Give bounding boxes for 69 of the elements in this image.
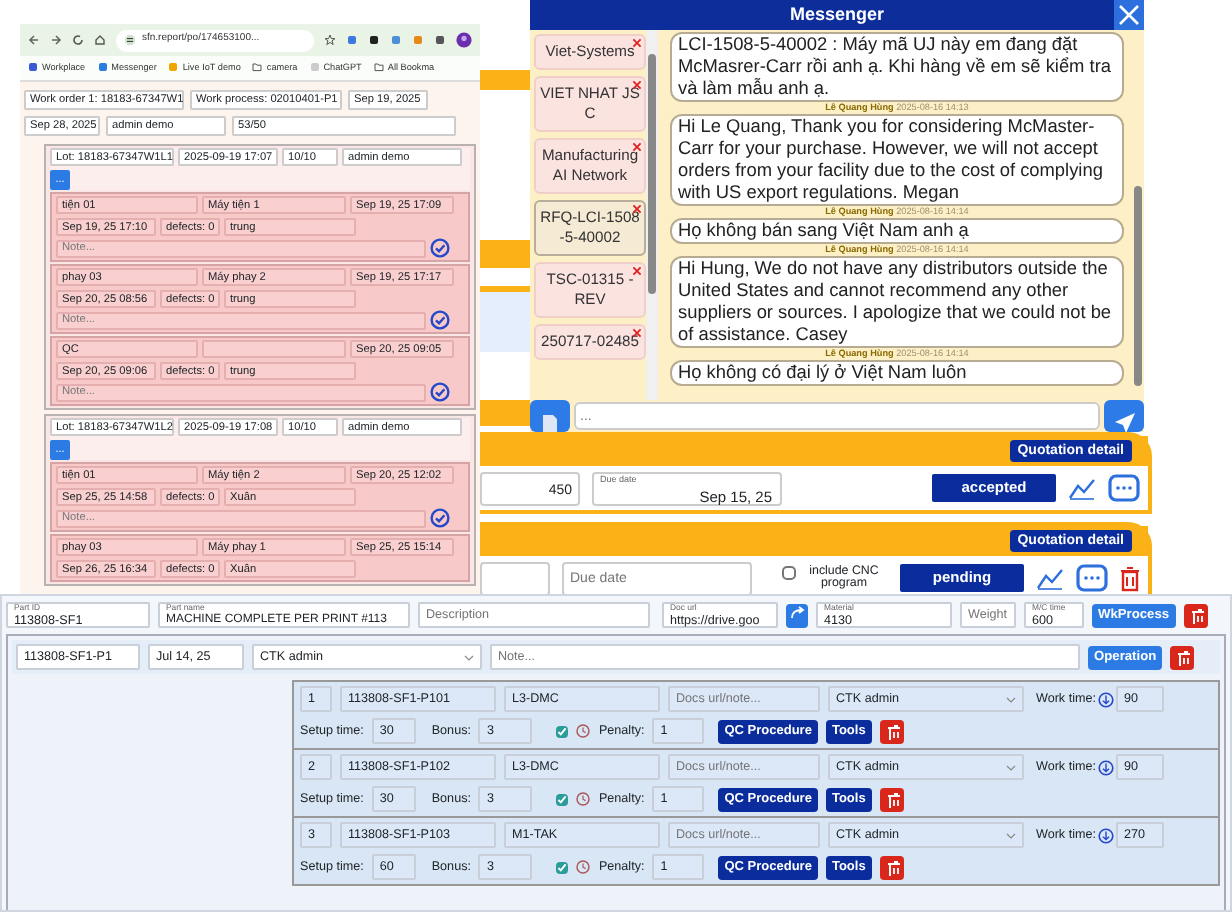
trash-icon xyxy=(1187,606,1204,624)
checkbox[interactable] xyxy=(556,793,569,805)
chat-icon[interactable] xyxy=(1108,474,1140,502)
bookmark-favicon-icon xyxy=(168,62,179,73)
bookmark-favicon-icon xyxy=(309,62,320,73)
message-bubble: Họ không có đại lý ở Việt Nam luôn xyxy=(670,360,1124,386)
delete-button[interactable] xyxy=(879,719,904,743)
arrow-icon xyxy=(789,606,805,621)
checkbox[interactable] xyxy=(782,565,796,579)
download-circle-icon[interactable] xyxy=(1097,827,1114,843)
message-bubble: Họ không bán sang Việt Nam anh ạ xyxy=(670,218,1124,244)
back-icon[interactable] xyxy=(28,34,40,46)
chat-icon[interactable] xyxy=(1076,564,1108,592)
check-circle-icon[interactable] xyxy=(430,508,450,528)
caret-icon xyxy=(1006,831,1016,839)
site-settings-icon[interactable] xyxy=(124,34,136,46)
folder-icon xyxy=(252,62,263,73)
window-title: Messenger xyxy=(789,1,885,28)
text-field[interactable] xyxy=(480,561,550,594)
star-icon[interactable] xyxy=(324,34,336,46)
download-circle-icon[interactable] xyxy=(1097,759,1114,775)
check-circle-icon[interactable] xyxy=(430,310,450,330)
message-bubble: LCI-1508-5-40002 : Máy mã UJ này em đang đặt McMasrer-Carr rồi anh ạ. Khi hàng về em sẽ kiểm tra và làm mẫu anh ạ. xyxy=(670,32,1124,102)
folder-icon xyxy=(373,62,384,73)
delete-button[interactable] xyxy=(1170,645,1195,669)
checkbox[interactable] xyxy=(556,861,569,873)
download-circle-icon[interactable] xyxy=(1097,691,1114,707)
send-button[interactable] xyxy=(1104,400,1144,432)
empty-field[interactable] xyxy=(202,340,346,358)
open-link-button[interactable] xyxy=(786,603,808,627)
delete-icon[interactable] xyxy=(632,204,642,214)
delete-icon[interactable] xyxy=(632,328,642,338)
trash-icon xyxy=(883,790,900,808)
check-circle-icon[interactable] xyxy=(430,238,450,258)
delete-icon[interactable] xyxy=(632,142,642,152)
home-icon[interactable] xyxy=(94,34,106,46)
delete-icon[interactable] xyxy=(632,80,642,90)
close-icon xyxy=(1118,4,1140,26)
attach-button[interactable] xyxy=(530,400,570,432)
send-icon xyxy=(1113,412,1135,432)
trash-icon xyxy=(1174,648,1191,666)
check-circle-icon[interactable] xyxy=(430,382,450,402)
bookmark-favicon-icon xyxy=(97,62,108,73)
caret-icon xyxy=(1006,695,1016,703)
forward-icon[interactable] xyxy=(50,34,62,46)
clock-icon[interactable] xyxy=(576,724,591,738)
message-bubble: Hi Le Quang, Thank you for considering McMaster-Carr for your purchase. However, we will not accept orders from your facility due to the cost of complying with US export regulations. Megan xyxy=(670,114,1124,206)
delete-button[interactable] xyxy=(879,855,904,879)
delete-button[interactable] xyxy=(1183,603,1208,627)
delete-icon[interactable] xyxy=(632,266,642,276)
message-bubble: Hi Hung, We do not have any distributors outside the United States and cannot recommend any other suppliers or sources. I apologize that we could not be of assistance. Casey xyxy=(670,256,1124,348)
trash-icon[interactable] xyxy=(1120,565,1140,591)
chart-icon[interactable] xyxy=(1036,566,1064,590)
delete-icon[interactable] xyxy=(632,38,642,48)
clock-icon[interactable] xyxy=(576,860,591,874)
close-button[interactable] xyxy=(1114,0,1144,30)
caret-icon xyxy=(1006,763,1016,771)
trash-icon xyxy=(883,722,900,740)
profile-avatar-icon[interactable] xyxy=(456,32,472,48)
reload-icon[interactable] xyxy=(72,34,84,46)
scrollbar[interactable] xyxy=(646,30,658,400)
bookmark-favicon-icon xyxy=(28,62,38,73)
checkbox[interactable] xyxy=(556,725,569,737)
clock-icon[interactable] xyxy=(576,792,591,806)
document-icon xyxy=(542,413,558,432)
chart-icon[interactable] xyxy=(1068,476,1096,500)
trash-icon xyxy=(883,858,900,876)
delete-button[interactable] xyxy=(879,787,904,811)
caret-icon xyxy=(464,653,474,661)
